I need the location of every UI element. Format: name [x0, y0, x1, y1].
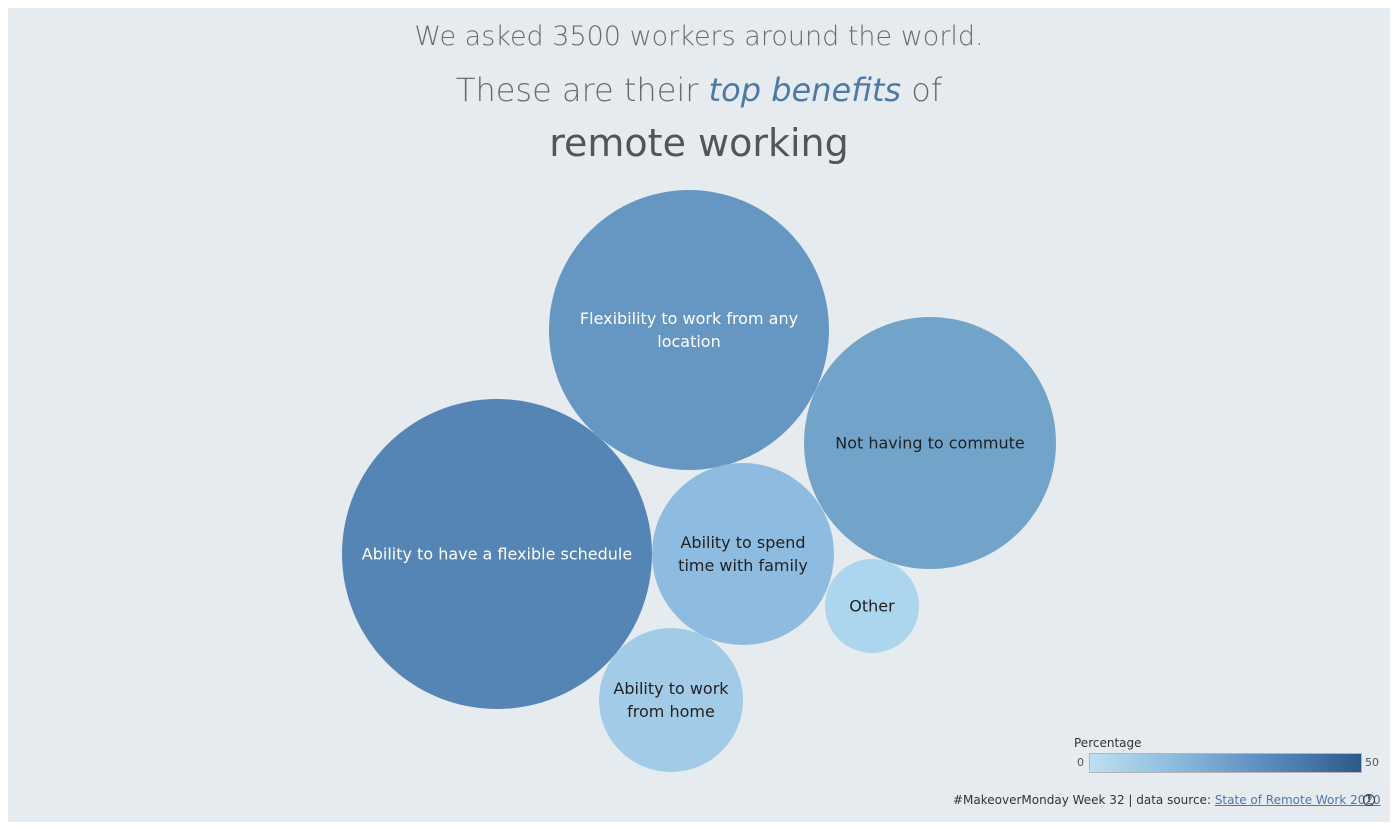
dashboard-frame: We asked 3500 workers around the world. …: [8, 8, 1390, 822]
bubble-work-from-home[interactable]: Ability to work from home: [599, 628, 743, 772]
bubble-circle-work-from-home[interactable]: [599, 628, 743, 772]
bubble-label-no-commute: Not having to commute: [835, 434, 1025, 453]
data-source-link[interactable]: State of Remote Work 2020: [1215, 793, 1381, 807]
bubble-label-any-location-2: location: [657, 332, 720, 351]
legend-gradient-bar: [1089, 753, 1362, 773]
info-icon[interactable]: !: [1363, 794, 1375, 806]
legend-title: Percentage: [1074, 736, 1142, 750]
bubble-family-time[interactable]: Ability to spend time with family: [652, 463, 834, 645]
bubble-chart: Ability to have a flexible schedule Flexi…: [342, 190, 1056, 772]
bubble-circle-family-time[interactable]: [652, 463, 834, 645]
footer: #MakeoverMonday Week 32 | data source: S…: [953, 793, 1381, 807]
bubble-circle-any-location[interactable]: [549, 190, 829, 470]
bubble-flexible-schedule[interactable]: Ability to have a flexible schedule: [342, 399, 652, 709]
legend-min-label: 0: [1077, 756, 1084, 769]
bubble-any-location[interactable]: Flexibility to work from any location: [549, 190, 829, 470]
bubble-label-work-from-home-1: Ability to work: [613, 679, 729, 698]
color-legend: Percentage 0 50: [1071, 735, 1381, 775]
bubble-label-family-time-1: Ability to spend: [680, 533, 805, 552]
bubble-label-any-location-1: Flexibility to work from any: [580, 309, 798, 328]
bubble-other[interactable]: Other: [825, 559, 919, 653]
legend-max-label: 50: [1365, 756, 1379, 769]
bubble-label-other: Other: [849, 597, 895, 616]
footer-text: #MakeoverMonday Week 32 | data source:: [953, 793, 1211, 807]
bubble-label-flexible-schedule: Ability to have a flexible schedule: [362, 545, 632, 564]
bubble-label-work-from-home-2: from home: [627, 702, 715, 721]
bubble-no-commute[interactable]: Not having to commute: [804, 317, 1056, 569]
bubble-label-family-time-2: time with family: [678, 556, 808, 575]
